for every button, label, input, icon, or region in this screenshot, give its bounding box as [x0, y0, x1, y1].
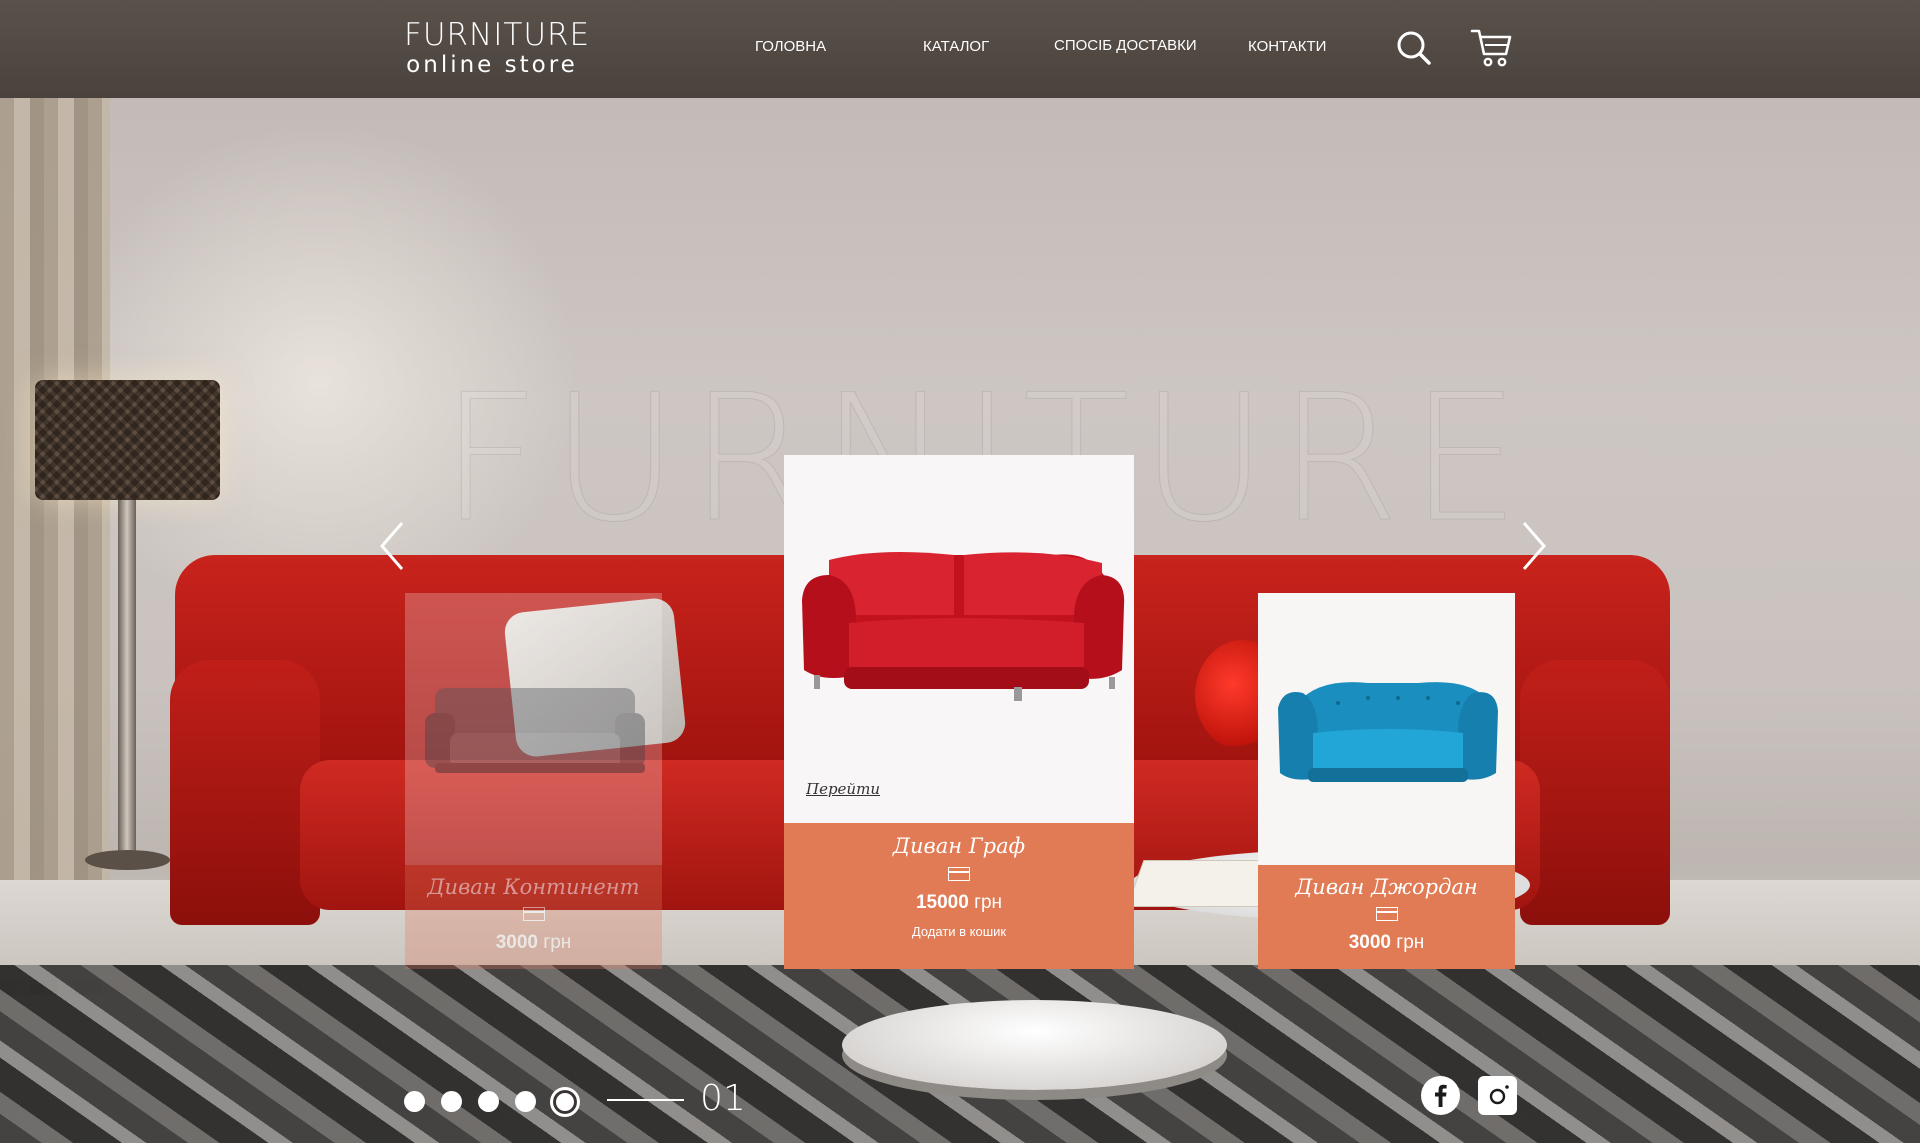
- product-name: Диван Граф: [892, 834, 1026, 858]
- product-card-graf[interactable]: Перейти Диван Граф 15000 грн Додати в ко…: [784, 455, 1134, 969]
- slider-dot-2[interactable]: [441, 1091, 462, 1112]
- slider-dot-4[interactable]: [515, 1091, 536, 1112]
- floor-lamp-shade: [35, 380, 220, 500]
- product-image: [405, 593, 662, 865]
- nav-item-catalog[interactable]: КАТАЛОГ: [923, 38, 989, 55]
- nav-item-contacts[interactable]: КОНТАКТИ: [1248, 38, 1326, 55]
- logo-title: FURNITURE: [404, 17, 591, 53]
- logo[interactable]: FURNITURE online store: [404, 17, 591, 78]
- floor-lamp-base: [85, 850, 170, 870]
- logo-subtitle: online store: [406, 52, 578, 78]
- slider-next-arrow[interactable]: [1518, 520, 1548, 572]
- facebook-icon[interactable]: [1421, 1076, 1460, 1115]
- instagram-icon[interactable]: [1478, 1076, 1517, 1115]
- slider-dot-3[interactable]: [478, 1091, 499, 1112]
- product-price: 15000 грн: [915, 892, 1003, 913]
- search-icon[interactable]: [1392, 26, 1436, 70]
- sofa-image: [425, 688, 645, 773]
- product-price: 3000 грн: [1348, 932, 1425, 953]
- book: [1126, 860, 1276, 907]
- product-info: Диван Джордан 3000 грн: [1258, 865, 1515, 969]
- cart-icon[interactable]: [1469, 26, 1513, 70]
- nav-item-delivery[interactable]: СПОСІБ ДОСТАВКИ: [1054, 37, 1197, 54]
- product-card-jordan[interactable]: Диван Джордан 3000 грн: [1258, 593, 1515, 969]
- add-to-cart-button[interactable]: Додати в кошик: [912, 924, 1006, 939]
- credit-card-icon: [522, 907, 545, 921]
- slide-counter-line: [607, 1099, 684, 1101]
- sofa-right-arm: [1520, 660, 1670, 925]
- coffee-table: [842, 1000, 1227, 1090]
- slider-prev-arrow[interactable]: [378, 520, 408, 572]
- product-image: Перейти: [784, 455, 1134, 823]
- slide-counter: 01: [700, 1078, 746, 1119]
- sofa-left-arm: [170, 660, 320, 925]
- product-price: 3000 грн: [495, 932, 572, 953]
- site-header: FURNITURE online store ГОЛОВНА КАТАЛОГ С…: [0, 0, 1920, 98]
- floor-lamp-stem: [118, 500, 136, 860]
- credit-card-icon: [1375, 907, 1398, 921]
- product-name: Диван Джордан: [1295, 875, 1478, 899]
- slider-dot-1[interactable]: [404, 1091, 425, 1112]
- product-info: Диван Граф 15000 грн Додати в кошик: [784, 823, 1134, 969]
- product-goto-link[interactable]: Перейти: [806, 780, 880, 798]
- credit-card-icon: [948, 867, 970, 881]
- product-info: Диван Континент 3000 грн: [405, 865, 662, 969]
- sofa-image: [1278, 682, 1498, 782]
- nav-item-home[interactable]: ГОЛОВНА: [755, 38, 826, 55]
- slider-dot-5[interactable]: [550, 1087, 580, 1117]
- sofa-image: [802, 551, 1125, 701]
- product-card-continent[interactable]: Диван Континент 3000 грн: [405, 593, 662, 969]
- product-name: Диван Континент: [427, 875, 640, 899]
- product-image: [1258, 593, 1515, 865]
